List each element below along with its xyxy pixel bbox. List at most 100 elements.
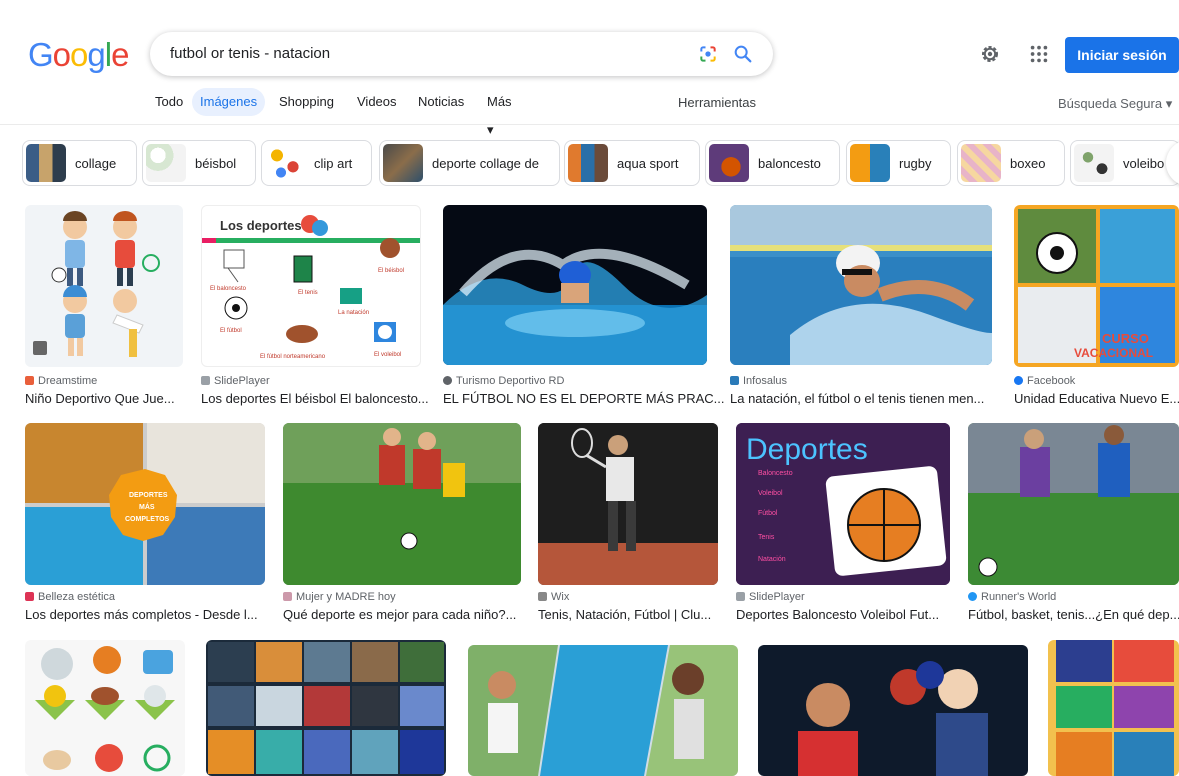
- result-title[interactable]: Qué deporte es mejor para cada niño?...: [283, 607, 516, 622]
- safe-search-dropdown[interactable]: Búsqueda Segura ▾: [1058, 96, 1172, 112]
- deportes-slide-image: Deportes Baloncesto Voleibol Fútbol Teni…: [736, 423, 950, 585]
- deportes-item: Baloncesto: [758, 470, 793, 477]
- chip-thumbnail: [265, 144, 305, 182]
- chip-boxeo[interactable]: boxeo: [957, 140, 1065, 186]
- sports-balls-illustration: [35, 646, 175, 772]
- gear-icon[interactable]: [978, 42, 1002, 66]
- result-title[interactable]: EL FÚTBOL NO ES EL DEPORTE MÁS PRAC...: [443, 391, 725, 406]
- swimmer-freestyle-photo: [730, 205, 992, 365]
- result-source[interactable]: Runner's World: [968, 591, 1056, 603]
- svg-text:El fútbol norteamericano: El fútbol norteamericano: [260, 354, 326, 360]
- chip-thumbnail: [146, 144, 186, 182]
- favicon-icon: [283, 592, 292, 601]
- result-image[interactable]: Los deportes El baloncesto El tenis El b…: [201, 205, 421, 367]
- source-name: Infosalus: [743, 375, 788, 387]
- chip-baloncesto[interactable]: baloncesto: [705, 140, 840, 186]
- tab-news[interactable]: Noticias: [418, 88, 464, 116]
- favicon-icon: [443, 376, 452, 385]
- lens-icon[interactable]: [698, 44, 718, 64]
- result-image[interactable]: [25, 640, 185, 776]
- kids-soccer-photo: [283, 423, 521, 585]
- search-box[interactable]: futbol or tenis - natacion: [150, 32, 773, 76]
- deportes-word: Deportes: [746, 433, 868, 466]
- signin-button[interactable]: Iniciar sesión: [1065, 37, 1179, 73]
- tab-videos[interactable]: Videos: [357, 88, 397, 116]
- chip-label: boxeo: [1010, 156, 1046, 171]
- chip-thumbnail: [1074, 144, 1114, 182]
- chip-label: béisbol: [195, 156, 237, 171]
- result-title[interactable]: Deportes Baloncesto Voleibol Fut...: [736, 607, 939, 622]
- boxing-match-photo: [798, 661, 988, 776]
- deportes-item: Fútbol: [758, 510, 778, 517]
- result-title[interactable]: Niño Deportivo Que Jue...: [25, 391, 175, 406]
- result-image[interactable]: [443, 205, 707, 365]
- chip-rugby[interactable]: rugby: [846, 140, 951, 186]
- chip-label: voleibo: [1123, 156, 1165, 171]
- favicon-icon: [25, 592, 34, 601]
- result-image[interactable]: Deportes Baloncesto Voleibol Fútbol Teni…: [736, 423, 950, 585]
- tools-button[interactable]: Herramientas: [678, 95, 756, 110]
- chip-deporte-collage[interactable]: deporte collage de: [379, 140, 560, 186]
- tab-all[interactable]: Todo: [155, 88, 183, 116]
- result-image[interactable]: [25, 205, 183, 367]
- search-input[interactable]: futbol or tenis - natacion: [170, 45, 330, 62]
- result-title[interactable]: Unidad Educativa Nuevo E...: [1014, 391, 1179, 406]
- chip-aqua-sport[interactable]: aqua sport: [564, 140, 700, 186]
- svg-text:El baloncesto: El baloncesto: [210, 286, 247, 292]
- chip-thumbnail: [709, 144, 749, 182]
- result-image[interactable]: [730, 205, 992, 365]
- result-title[interactable]: Fútbol, basket, tenis...¿En qué dep...: [968, 607, 1179, 622]
- tennis-player-photo: [538, 423, 718, 585]
- chip-thumbnail: [568, 144, 608, 182]
- result-source[interactable]: Dreamstime: [25, 375, 97, 387]
- tab-shopping[interactable]: Shopping: [279, 88, 334, 116]
- chip-clip-art[interactable]: clip art: [261, 140, 372, 186]
- result-source[interactable]: SlidePlayer: [736, 591, 805, 603]
- result-title[interactable]: Tenis, Natación, Fútbol | Clu...: [538, 607, 711, 622]
- deportes-item: Tenis: [758, 534, 775, 541]
- chip-thumbnail: [850, 144, 890, 182]
- chip-label: collage: [75, 156, 117, 171]
- chip-collage[interactable]: collage: [22, 140, 137, 186]
- chip-voleibol[interactable]: voleibo: [1070, 140, 1179, 186]
- result-image[interactable]: [283, 423, 521, 585]
- slide-title: Los deportes: [220, 218, 302, 233]
- svg-text:El tenis: El tenis: [298, 290, 318, 296]
- logo-letter: g: [87, 36, 105, 73]
- chip-beisbol[interactable]: béisbol: [142, 140, 256, 186]
- google-logo[interactable]: Google: [28, 36, 129, 74]
- tab-more[interactable]: Más ▾: [487, 88, 512, 137]
- apps-grid-icon[interactable]: [1028, 43, 1050, 65]
- result-source[interactable]: Mujer y MADRE hoy: [283, 591, 396, 603]
- result-source[interactable]: SlidePlayer: [201, 375, 270, 387]
- result-image[interactable]: [758, 645, 1028, 776]
- result-image[interactable]: DEPORTES MÁS COMPLETOS: [25, 423, 265, 585]
- summer-course-collage: CURSO VACACIONAL: [1018, 209, 1175, 363]
- result-image[interactable]: [1048, 640, 1179, 776]
- result-source[interactable]: Belleza estética: [25, 591, 115, 603]
- logo-letter: o: [52, 36, 71, 73]
- search-icon[interactable]: [732, 43, 754, 65]
- kids-triptych-photo: [468, 645, 738, 776]
- result-title[interactable]: La natación, el fútbol o el tenis tienen…: [730, 391, 984, 406]
- result-image[interactable]: [538, 423, 718, 585]
- result-image[interactable]: [206, 640, 446, 776]
- vacacional-text: VACACIONAL: [1074, 346, 1153, 360]
- result-source[interactable]: Facebook: [1014, 375, 1075, 387]
- result-title[interactable]: Los deportes más completos - Desde l...: [25, 607, 258, 622]
- tab-images[interactable]: Imágenes: [192, 88, 266, 116]
- result-source[interactable]: Wix: [538, 591, 569, 603]
- svg-text:El voleibol: El voleibol: [374, 352, 401, 358]
- logo-letter: e: [111, 36, 129, 73]
- kids-sports-illustration: [33, 211, 160, 357]
- result-image[interactable]: CURSO VACACIONAL: [1014, 205, 1179, 367]
- result-source[interactable]: Infosalus: [730, 375, 787, 387]
- source-name: SlidePlayer: [214, 375, 270, 387]
- chip-label: baloncesto: [758, 156, 821, 171]
- result-image[interactable]: [968, 423, 1179, 585]
- badge-line: MÁS: [139, 502, 155, 511]
- result-source[interactable]: Turismo Deportivo RD: [443, 375, 564, 387]
- result-title[interactable]: Los deportes El béisbol El baloncesto...: [201, 391, 429, 406]
- logo-letter: o: [70, 36, 88, 73]
- result-image[interactable]: [468, 645, 738, 776]
